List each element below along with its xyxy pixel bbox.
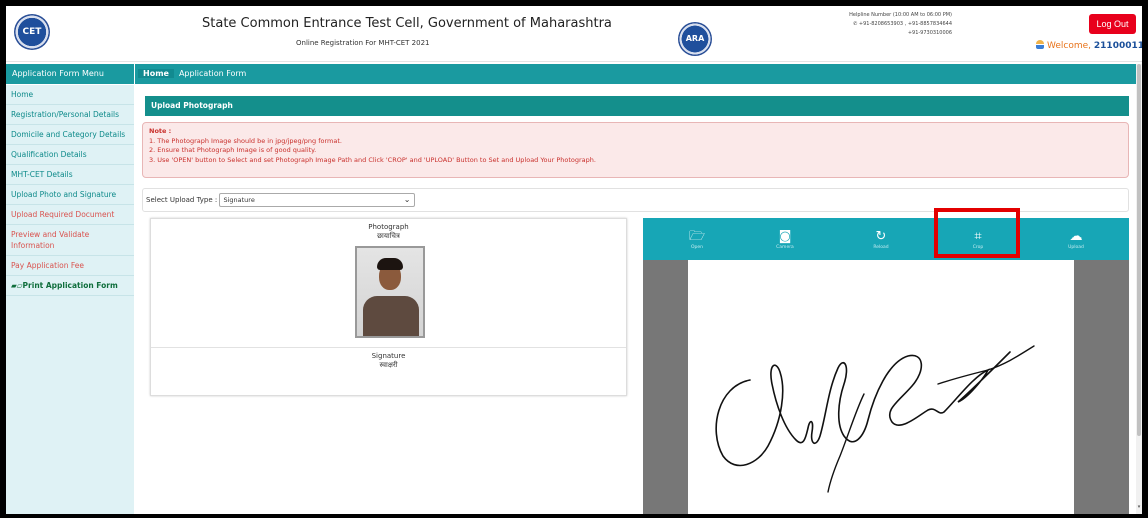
signature-canvas[interactable] (688, 260, 1074, 514)
breadcrumb-home[interactable]: Home (138, 69, 174, 78)
site-header: CET State Common Entrance Test Cell, Gov… (6, 6, 1142, 62)
main-content: Upload Photograph Note : 1. The Photogra… (135, 85, 1135, 514)
sidebar-item-preview[interactable]: Preview and Validate Information (6, 225, 134, 256)
welcome-user: Welcome, 211000111 (1036, 40, 1142, 51)
signature-label-en: Signature (371, 352, 406, 360)
reload-button[interactable]: ↻ Reload (851, 218, 911, 260)
sidebar-item-upload-photo[interactable]: Upload Photo and Signature (6, 185, 134, 205)
helpline-number-line1: +91-8208653903 , +91-8857834644 (858, 21, 952, 27)
page-scrollbar[interactable]: ▾ (1136, 64, 1142, 514)
sidebar-item-qualification[interactable]: Qualification Details (6, 145, 134, 165)
helpline-numbers-2: +91-9730310006 (907, 30, 952, 36)
sidebar-item-pay-fee[interactable]: Pay Application Fee (6, 256, 134, 276)
page-title: State Common Entrance Test Cell, Governm… (202, 16, 612, 31)
photograph-label-en: Photograph (368, 223, 409, 231)
photo-person-body (363, 296, 419, 336)
ara-logo: ARA (678, 22, 712, 56)
note-line: 3. Use 'OPEN' button to Select and set P… (149, 155, 596, 164)
crop-button[interactable]: ⌗ Crop (948, 218, 1008, 260)
signature-label: Signature स्वाक्षरी (151, 352, 626, 370)
camera-button[interactable]: ◙ Camera (755, 218, 815, 260)
section-heading: Upload Photograph (145, 96, 1129, 116)
reload-icon: ↻ (875, 229, 887, 244)
sidebar-item-domicile[interactable]: Domicile and Category Details (6, 125, 134, 145)
user-id: 211000111 (1093, 41, 1142, 51)
cropper-toolbar: 🗁 Open ◙ Camera ↻ Reload ⌗ Crop ☁ Upload (643, 218, 1129, 260)
sidebar-item-home[interactable]: Home (6, 85, 134, 105)
chevron-down-icon: ⌄ (403, 195, 411, 204)
note-line: 1. The Photograph Image should be in jpg… (149, 136, 342, 145)
browser-viewport: CET State Common Entrance Test Cell, Gov… (6, 6, 1142, 514)
folder-open-icon: 🗁 (688, 229, 706, 244)
signature-image (715, 345, 1035, 493)
sidebar-item-upload-document[interactable]: Upload Required Document (6, 205, 134, 225)
note-title: Note : (149, 127, 172, 135)
logout-button[interactable]: Log Out (1089, 14, 1136, 34)
crop-label: Crop (972, 245, 984, 250)
upload-type-label: Select Upload Type : (146, 196, 218, 204)
reload-label: Reload (873, 245, 889, 250)
upload-button[interactable]: ☁ Upload (1046, 218, 1106, 260)
helpline-label: Helpline Number (10:00 AM to 06:00 PM) (849, 12, 952, 18)
photo-person-hair (377, 258, 403, 270)
image-cropper: 🗁 Open ◙ Camera ↻ Reload ⌗ Crop ☁ Upload (643, 208, 1129, 514)
helpline-info: Helpline Number (10:00 AM to 06:00 PM) ✆… (812, 11, 952, 38)
sidebar-item-print-label: Print Application Form (22, 281, 118, 290)
upload-type-select[interactable]: Signature ⌄ (219, 193, 416, 207)
open-label: Open (690, 245, 704, 250)
user-icon (1036, 40, 1044, 49)
upload-label: Upload (1068, 245, 1084, 250)
upload-type-value: Signature (223, 196, 255, 204)
note-line: 2. Ensure that Photograph Image is of go… (149, 146, 317, 154)
crop-icon: ⌗ (974, 229, 982, 244)
sidebar-item-mht-cet[interactable]: MHT-CET Details (6, 165, 134, 185)
photograph-label: Photograph छायाचित्र (151, 223, 626, 241)
camera-label: Camera (776, 245, 794, 250)
breadcrumb-current[interactable]: Application Form (179, 69, 246, 78)
menu-title: Application Form Menu (6, 64, 134, 84)
cloud-upload-icon: ☁ (1069, 229, 1083, 244)
upload-type-row: Select Upload Type : Signature ⌄ (142, 188, 1129, 212)
sidebar-menu: Home Registration/Personal Details Domic… (6, 85, 134, 514)
note-box: Note : 1. The Photograph Image should be… (142, 122, 1129, 178)
print-icon: ▰▱ (11, 281, 23, 290)
cet-logo: CET (14, 14, 50, 50)
sidebar-item-registration[interactable]: Registration/Personal Details (6, 105, 134, 125)
scroll-down-icon[interactable]: ▾ (1136, 504, 1142, 510)
preview-panel: Photograph छायाचित्र Signature स्वाक्षरी (150, 218, 627, 396)
sidebar-item-print[interactable]: ▰▱Print Application Form (6, 276, 134, 296)
preview-divider (151, 347, 626, 348)
photograph-label-mr: छायाचित्र (377, 232, 400, 240)
scrollbar-thumb[interactable] (1137, 64, 1141, 436)
welcome-label: Welcome, (1047, 41, 1092, 51)
photograph-preview (355, 246, 425, 338)
breadcrumb: Home Application Form (135, 64, 1142, 84)
open-button[interactable]: 🗁 Open (667, 218, 727, 260)
signature-label-mr: स्वाक्षरी (379, 361, 398, 369)
helpline-numbers-1: ✆ +91-8208653903 , +91-8857834644 (812, 20, 952, 29)
camera-icon: ◙ (778, 229, 792, 244)
page-subtitle: Online Registration For MHT-CET 2021 (296, 39, 430, 47)
